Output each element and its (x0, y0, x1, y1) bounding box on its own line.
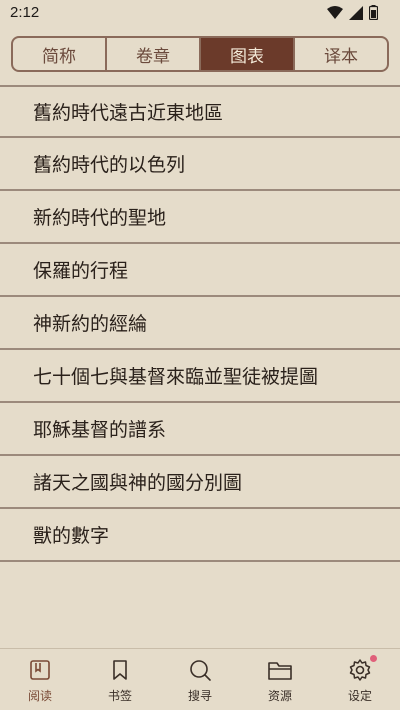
list-item[interactable]: 新約時代的聖地 (0, 191, 400, 244)
folder-icon (267, 657, 293, 683)
tab-bar: 简称 卷章 图表 译本 (11, 36, 389, 72)
list-item[interactable]: 保羅的行程 (0, 244, 400, 297)
tab-charts[interactable]: 图表 (201, 38, 295, 70)
nav-read-label: 阅读 (27, 689, 52, 703)
nav-settings[interactable]: 设定 (320, 649, 400, 710)
nav-resources-label: 资源 (267, 689, 292, 703)
list-item[interactable]: 獸的數字 (0, 509, 400, 562)
list-item[interactable]: 舊約時代的以色列 (0, 138, 400, 191)
status-icons (327, 5, 379, 24)
nav-settings-label: 设定 (347, 689, 372, 703)
gear-icon (347, 657, 373, 683)
status-time: 2:12 (10, 4, 40, 21)
notification-dot (370, 655, 377, 662)
nav-bookmarks[interactable]: 书签 (80, 649, 160, 710)
list-item[interactable]: 舊約時代遠古近東地區 (0, 85, 400, 138)
chart-list: 舊約時代遠古近東地區 舊約時代的以色列 新約時代的聖地 保羅的行程 神新約的經綸… (0, 85, 400, 562)
nav-search[interactable]: 搜寻 (160, 649, 240, 710)
wifi-icon (327, 5, 343, 24)
list-item[interactable]: 耶穌基督的譜系 (0, 403, 400, 456)
search-icon (187, 657, 213, 683)
status-bar: 2:12 (0, 0, 400, 26)
tab-chapters[interactable]: 卷章 (107, 38, 201, 70)
list-item[interactable]: 神新約的經綸 (0, 297, 400, 350)
nav-search-label: 搜寻 (187, 689, 212, 703)
list-item[interactable]: 七十個七與基督來臨並聖徒被提圖 (0, 350, 400, 403)
tab-versions[interactable]: 译本 (295, 38, 387, 70)
bottom-nav: 阅读 书签 搜寻 资源 设定 (0, 648, 400, 710)
battery-icon (368, 5, 379, 24)
bookmark-icon (107, 657, 133, 683)
nav-read[interactable]: 阅读 (0, 649, 80, 710)
tab-abbreviations[interactable]: 简称 (13, 38, 107, 70)
nav-bookmarks-label: 书签 (107, 689, 132, 703)
signal-icon (349, 5, 363, 24)
list-item[interactable]: 諸天之國與神的國分別圖 (0, 456, 400, 509)
book-icon (27, 657, 53, 683)
nav-resources[interactable]: 资源 (240, 649, 320, 710)
